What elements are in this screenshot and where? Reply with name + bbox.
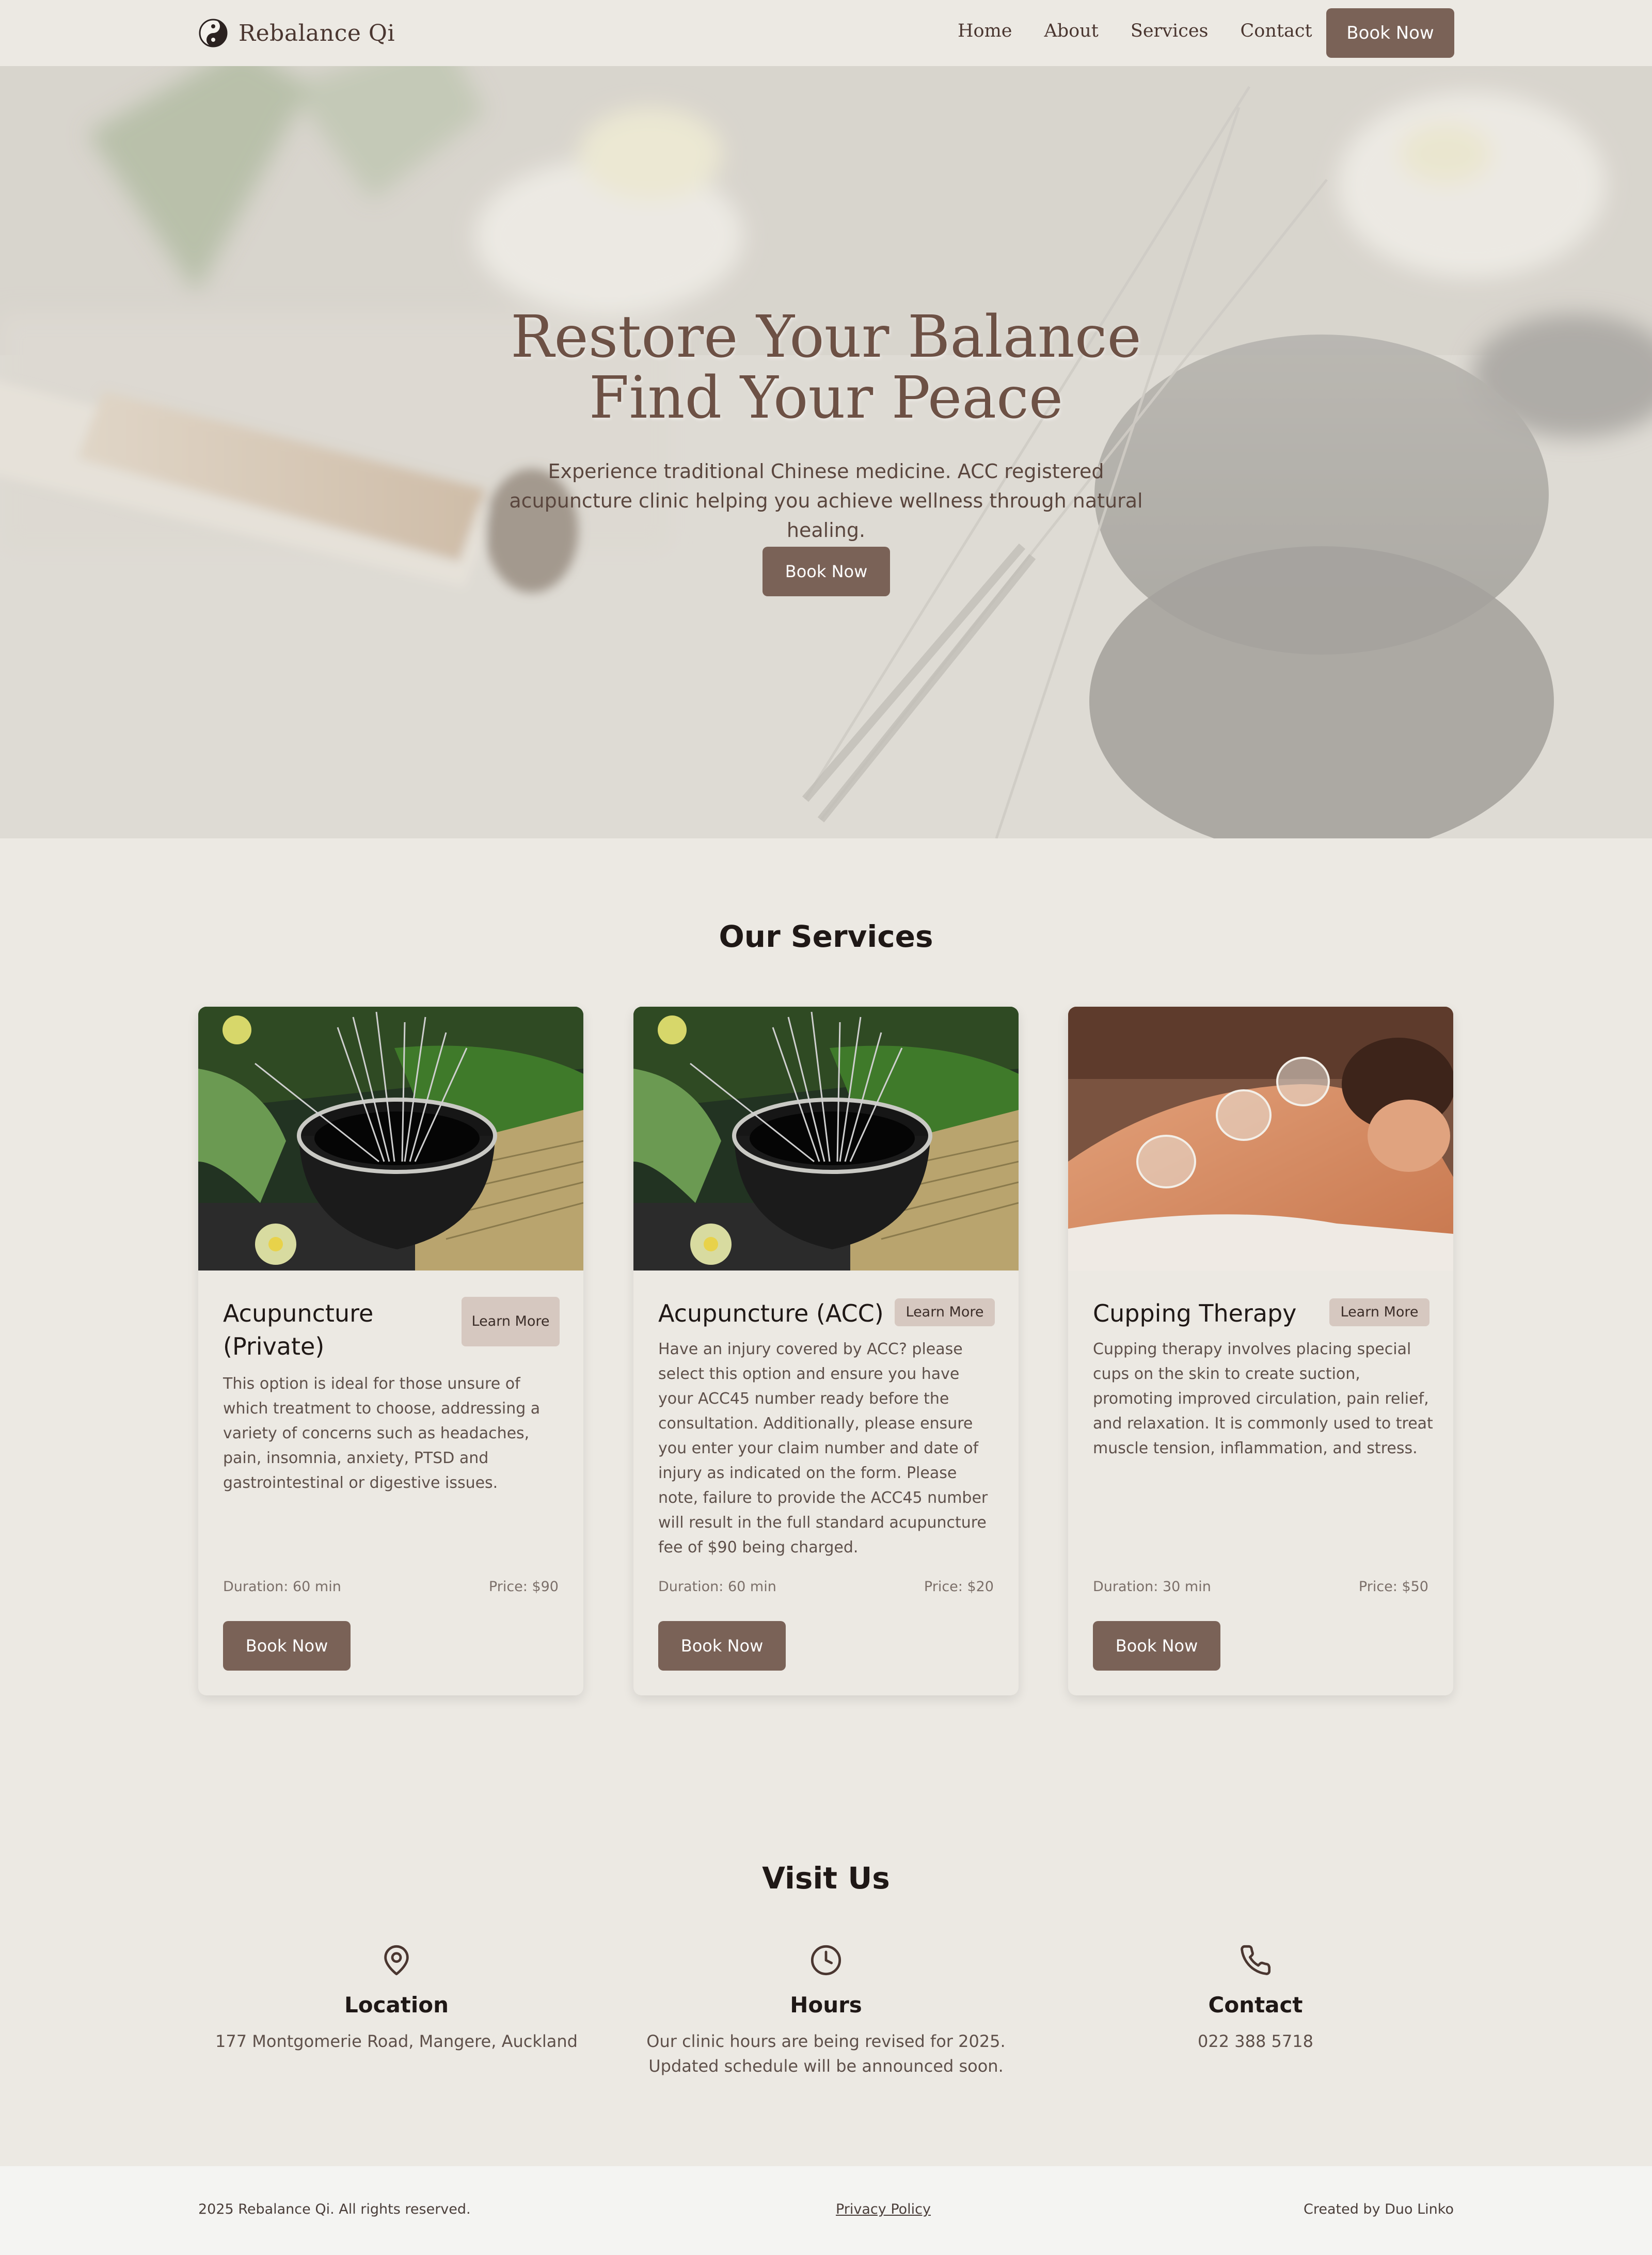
service-description: Have an injury covered by ACC? please se… — [658, 1340, 988, 1557]
yin-yang-icon — [199, 19, 228, 47]
visit-hours-text: Our clinic hours are being revised for 2… — [646, 2031, 1006, 2076]
footer-credit: Created by Duo Linko — [1304, 2201, 1454, 2217]
visit-location-title: Location — [344, 1992, 449, 2018]
learn-more-button[interactable]: Learn More — [462, 1297, 560, 1346]
hero-subtitle: Experience traditional Chinese medicine.… — [509, 460, 1143, 542]
service-duration: Duration: 30 min — [1093, 1579, 1211, 1595]
book-now-button[interactable]: Book Now — [223, 1621, 351, 1671]
visit-hours: Hours Our clinic hours are being revised… — [620, 1944, 1032, 2078]
clock-icon — [811, 1945, 841, 1976]
service-duration: Duration: 60 min — [658, 1579, 776, 1595]
privacy-policy-link[interactable]: Privacy Policy — [836, 2201, 931, 2217]
map-pin-icon — [384, 1945, 409, 1976]
service-price: Price: $20 — [924, 1579, 994, 1595]
visit-contact-text: 022 388 5718 — [1198, 2031, 1313, 2051]
hero-title: Restore Your Balance Find Your Peace — [0, 307, 1652, 428]
visit-contact: Contact 022 388 5718 — [1049, 1944, 1462, 2054]
footer: 2025 Rebalance Qi. All rights reserved. … — [0, 2166, 1652, 2255]
book-now-button[interactable]: Book Now — [1093, 1621, 1220, 1671]
services-heading: Our Services — [719, 919, 933, 954]
book-now-button[interactable]: Book Now — [658, 1621, 786, 1671]
top-nav: Rebalance Qi Home About Services Contact… — [0, 0, 1652, 66]
nav-link-services[interactable]: Services — [1131, 21, 1209, 41]
acupuncture-image — [198, 1007, 583, 1271]
service-card: Acupuncture (Private) Learn More This op… — [198, 1007, 583, 1695]
nav-links: Home About Services Contact — [958, 21, 1312, 41]
nav-link-about[interactable]: About — [1044, 21, 1099, 41]
visit-location-text: 177 Montgomerie Road, Mangere, Auckland — [215, 2031, 578, 2051]
visit-location: Location 177 Montgomerie Road, Mangere, … — [190, 1944, 603, 2054]
brand-name: Rebalance Qi — [239, 20, 395, 46]
visit-heading: Visit Us — [762, 1861, 890, 1896]
hero-title-line1: Restore Your Balance — [511, 304, 1141, 371]
service-price: Price: $50 — [1358, 1579, 1428, 1595]
service-card: Acupuncture (ACC) Learn More Have an inj… — [633, 1007, 1019, 1695]
visit-hours-title: Hours — [790, 1992, 862, 2018]
service-duration: Duration: 60 min — [223, 1579, 341, 1595]
learn-more-button[interactable]: Learn More — [1329, 1298, 1429, 1326]
nav-link-contact[interactable]: Contact — [1241, 21, 1312, 41]
nav-link-home[interactable]: Home — [958, 21, 1012, 41]
service-title: Acupuncture (Private) — [223, 1299, 374, 1360]
hero-section: Restore Your Balance Find Your Peace Exp… — [0, 66, 1652, 838]
service-description: Cupping therapy involves placing special… — [1093, 1340, 1433, 1457]
hero-title-line2: Find Your Peace — [589, 364, 1063, 432]
hero-background-image — [0, 66, 1652, 838]
service-title: Acupuncture (ACC) — [658, 1299, 884, 1327]
learn-more-button[interactable]: Learn More — [895, 1298, 995, 1326]
phone-icon — [1241, 1945, 1271, 1975]
service-title: Cupping Therapy — [1093, 1299, 1297, 1327]
cupping-therapy-image — [1068, 1007, 1453, 1271]
footer-copyright: 2025 Rebalance Qi. All rights reserved. — [198, 2201, 471, 2217]
nav-book-now-button[interactable]: Book Now — [1326, 8, 1454, 58]
visit-contact-title: Contact — [1208, 1992, 1303, 2018]
service-card: Cupping Therapy Learn More Cupping thera… — [1068, 1007, 1453, 1695]
acupuncture-image — [633, 1007, 1019, 1271]
service-price: Price: $90 — [488, 1579, 559, 1595]
brand[interactable]: Rebalance Qi — [198, 15, 395, 51]
service-description: This option is ideal for those unsure of… — [223, 1375, 541, 1492]
hero-book-now-button[interactable]: Book Now — [763, 547, 890, 596]
